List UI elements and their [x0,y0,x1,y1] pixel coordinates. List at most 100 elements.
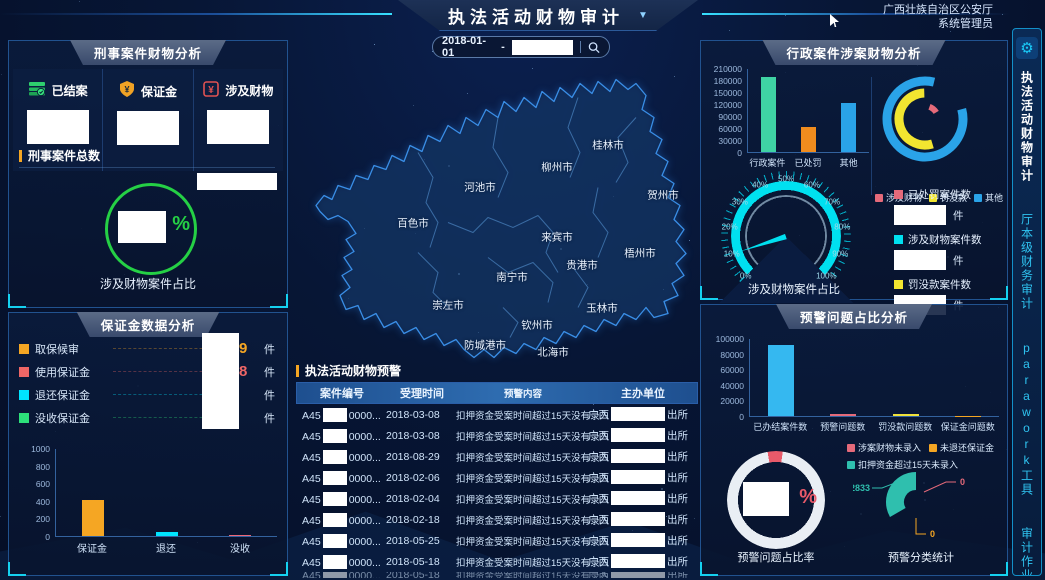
user-role[interactable]: 系统管理员 [883,17,993,31]
table-row[interactable]: A450000...2018-05-18扣押资金受案时间超过15天没有录入广西出… [296,551,698,572]
admin-bar-chart: 2100001800001500001200009000060000300000… [705,69,869,185]
table-row[interactable]: A450000...2018-05-25扣押资金受案时间超过15天没有录入广西出… [296,530,698,551]
axis-tick-label: 80000 [720,350,744,360]
search-icon[interactable] [588,41,600,54]
gauge-tick-label: 30% [732,198,748,207]
cell-warning-content: 扣押资金受案时间超过15天没有录入 [456,534,588,548]
accent-bar [19,150,22,162]
map-city-label[interactable]: 北海市 [537,345,569,360]
sidebar-item-1[interactable]: 执法活动财物审计 [1019,71,1036,183]
map-city-label[interactable]: 梧州市 [624,246,656,261]
stat-label: 罚没款案件数 [908,277,971,292]
bar-预警问题数[interactable] [830,414,856,416]
table-row[interactable]: A450000...2018-02-06扣押资金受案时间超过15天没有录入广西出… [296,467,698,488]
sidebar-item-4[interactable]: 审计作业系统 [1019,527,1036,576]
bar-已办结案件数[interactable] [768,345,794,416]
right-sidebar-nav: ⚙ 执法活动财物审计厅本级财务审计 parawork工具审计作业系统 [1012,28,1042,576]
map-city-label[interactable]: 崇左市 [432,298,464,313]
cell-date: 2018-05-18 [386,556,456,568]
axis-category-label: 退还 [129,540,203,555]
bar-没收[interactable] [229,535,251,536]
axis-tick-label: 20000 [720,396,744,406]
y-axis: 2100001800001500001200009000060000300000 [705,69,747,153]
column-header: 主办单位 [589,385,697,401]
bar-行政案件[interactable] [761,77,776,152]
table-row[interactable]: A450000...2018-02-04扣押资金受案时间超过15天没有录入广西出… [296,488,698,509]
cell-unit: 广西出所 [588,533,698,548]
bail-shield-icon: ¥ [119,81,135,101]
map-city-label[interactable]: 钦州市 [521,318,553,333]
table-row[interactable]: A450000...2018-02-18扣押资金受案时间超过15天没有录入广西出… [296,509,698,530]
property-yuan-icon: ¥ [203,81,219,100]
axis-tick-label: 200 [36,514,50,524]
cell-unit: 广西出所 [588,449,698,464]
gear-icon[interactable]: ⚙ [1016,37,1038,59]
column-header: 预警内容 [457,386,589,400]
bar-已处罚[interactable] [801,127,816,152]
percent-sign: % [799,486,817,509]
y-axis: 100000800006000040000200000 [705,339,749,417]
bar-保证金[interactable] [82,500,104,536]
table-row[interactable]: A450000...2018-03-08扣押资金受案时间超过15天没有录入广西出… [296,404,698,425]
x-axis-labels: 已办结案件数预警问题数罚没款问题数保证金问题数 [705,420,999,433]
sidebar-item-2[interactable]: 厅本级财务审计 [1019,213,1036,311]
redacted-value [323,429,347,443]
gauge-stat: 涉及财物案件数件 [894,232,1004,270]
plot-area [55,449,277,537]
cell-date: 2018-03-08 [386,409,456,421]
map-city-label[interactable]: 贺州市 [647,188,679,203]
star-dot [79,1,80,2]
map-city-label[interactable]: 来宾市 [541,230,573,245]
axis-tick-label: 1000 [31,444,50,454]
cell-date: 2018-03-08 [386,430,456,442]
bar-退还[interactable] [156,532,178,536]
cell-case-id: A450000... [296,555,386,569]
map-city-label[interactable]: 防城港市 [464,338,506,353]
unit-label: 件 [259,410,275,426]
redacted-date-end[interactable] [512,40,573,55]
map-city-label[interactable]: 河池市 [464,180,496,195]
axis-tick-label: 800 [36,462,50,472]
map-city-label[interactable]: 贵港市 [566,258,598,273]
gauge-caption: 涉及财物案件占比 [709,281,879,297]
bar-罚没款问题数[interactable] [893,414,919,416]
pie-label-bail-unreturned: 0 [930,529,935,539]
plot-area [747,69,869,153]
table-row[interactable]: A450000...2018-05-18扣押资金受案时间超过15天没有录入广西出… [296,572,698,578]
axis-tick-label: 0 [739,412,744,422]
svg-text:¥: ¥ [124,85,129,95]
panel-title: 行政案件涉案财物分析 [762,40,945,65]
cell-case-id: A450000... [296,429,386,443]
gauge-stat-list: 已处罚案件数件涉及财物案件数件罚没款案件数件 [894,187,1004,322]
pie-label-property-missing: 0 [960,477,965,487]
cell-warning-content: 扣押资金受案时间超过15天没有录入 [456,408,588,422]
axis-category-label: 没收 [203,540,277,555]
table-row[interactable]: A450000...2018-08-29扣押资金受案时间超过15天没有录入广西出… [296,446,698,467]
sidebar-item-3[interactable]: parawork工具 [1019,341,1036,497]
gauge-tick-label: 40% [752,181,768,190]
chevron-down-icon[interactable]: ▼ [638,10,648,21]
warning-table-section: 执法活动财物预警 案件编号受理时间预警内容主办单位 A450000...2018… [296,362,698,580]
ratio-circle: % [105,183,197,275]
axis-category-label: 已办结案件数 [749,420,812,433]
map-city-label[interactable]: 柳州市 [541,160,573,175]
date-range-filter[interactable]: 2018-01-01 - [432,36,610,58]
gauge-tick-label: 100% [816,272,836,281]
bar-其他[interactable] [841,103,856,152]
map-city-label[interactable]: 南宁市 [496,270,528,285]
axis-category-label: 预警问题数 [812,420,875,433]
divider [19,167,275,168]
map-city-label[interactable]: 桂林市 [592,138,624,153]
map-city-label[interactable]: 玉林市 [586,301,618,316]
cell-unit: 广西出所 [588,512,698,527]
map-city-label[interactable]: 百色市 [397,216,429,231]
cell-case-id: A450000... [296,534,386,548]
star-dot [785,15,786,16]
table-row[interactable]: A450000...2018-03-08扣押资金受案时间超过15天没有录入广西出… [296,425,698,446]
gauge-tick-label: 0% [740,272,752,281]
legend-swatch [894,235,903,244]
admin-ring-chart [877,71,973,167]
cell-date: 2018-02-18 [386,514,456,526]
axis-tick-label: 210000 [714,64,742,74]
guangxi-map[interactable]: 桂林市柳州市贺州市 河池市百色市来宾市梧州市贵港市南宁市崇左市 玉林市钦州市防城港市… [298,56,698,364]
